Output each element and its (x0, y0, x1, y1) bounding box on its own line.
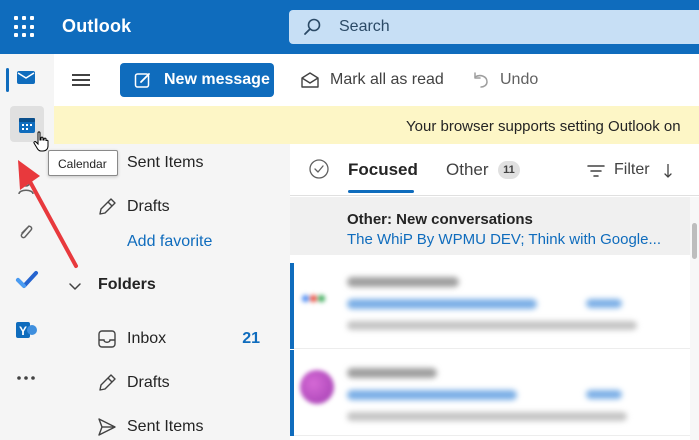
mark-all-read-label: Mark all as read (330, 71, 444, 88)
inbox-icon (98, 330, 116, 348)
undo-icon (474, 72, 488, 88)
folder-label: Drafts (127, 198, 170, 215)
pencil-icon (99, 374, 116, 391)
undo-label: Undo (500, 71, 539, 88)
banner-text: Your browser supports setting Outlook on (406, 118, 681, 135)
message-row[interactable] (290, 263, 690, 349)
yammer-icon: Y (16, 322, 37, 338)
folder-label: Drafts (127, 374, 170, 391)
new-message-button[interactable]: New message (120, 63, 274, 97)
search-box[interactable]: Search (289, 10, 699, 44)
people-icon (18, 177, 34, 195)
app-launcher-icon[interactable] (14, 16, 36, 38)
pencil-icon (99, 198, 116, 215)
blurred-preview (347, 321, 637, 330)
unread-indicator (290, 263, 294, 349)
paperclip-icon (20, 225, 33, 239)
notice-senders[interactable]: The WhiP By WPMU DEV; Think with Google.… (347, 231, 661, 248)
folder-item-inbox[interactable]: Inbox 21 (54, 320, 290, 360)
rail-item-people[interactable] (0, 164, 54, 208)
message-list: Focused Other 11 Filter Other: New conve… (290, 144, 699, 440)
rail-item-mail[interactable] (0, 56, 54, 100)
add-favorite-link[interactable]: Add favorite (127, 233, 212, 251)
sender-avatar (302, 289, 330, 303)
scrollbar-thumb[interactable] (692, 223, 697, 259)
blurred-time (586, 299, 622, 308)
rail-item-yammer[interactable]: Y (0, 308, 54, 352)
tooltip-text: Calendar (58, 157, 107, 171)
notice-title: Other: New conversations (347, 211, 533, 228)
svg-text:Y: Y (19, 324, 27, 338)
select-all-check-icon[interactable] (308, 158, 330, 180)
filter-icon (587, 165, 605, 177)
folder-label: Inbox (127, 330, 167, 347)
blurred-sender (347, 277, 459, 287)
mail-icon (17, 71, 35, 84)
top-bar: Outlook Search (0, 0, 699, 54)
blurred-subject (347, 299, 537, 309)
calendar-tooltip: Calendar (48, 150, 118, 176)
favorite-item-drafts[interactable]: Drafts (54, 188, 290, 228)
folders-header-label: Folders (98, 276, 156, 293)
rail-item-files[interactable] (0, 210, 54, 254)
message-list-pivot: Focused Other 11 Filter (290, 144, 699, 196)
unread-count-badge: 21 (242, 330, 260, 347)
rail-item-more-apps[interactable] (0, 356, 54, 400)
other-new-conversations-notice[interactable]: Other: New conversations The WhiP By WPM… (290, 197, 690, 255)
envelope-open-icon (301, 72, 319, 88)
search-icon (304, 18, 321, 35)
folder-label: Sent Items (127, 154, 204, 171)
message-row[interactable] (290, 350, 690, 436)
sender-avatar (300, 370, 334, 404)
chevron-down-icon (69, 283, 81, 290)
message-list-scrollbar[interactable] (690, 197, 699, 440)
folder-label: Sent Items (127, 418, 204, 435)
sort-down-icon[interactable] (662, 162, 674, 180)
folder-pane: Sent Items Drafts Add favorite Folders I… (54, 144, 290, 440)
send-icon (98, 418, 116, 436)
blurred-time (586, 390, 622, 399)
tab-focused[interactable]: Focused (348, 160, 418, 180)
unread-indicator (290, 350, 294, 436)
filter-label: Filter (614, 161, 650, 178)
rail-item-todo[interactable] (0, 258, 54, 302)
folder-item-drafts[interactable]: Drafts (54, 364, 290, 404)
hamburger-menu-icon[interactable] (72, 74, 90, 86)
browser-notification-banner: Your browser supports setting Outlook on (54, 106, 699, 144)
command-bar: New message Mark all as read Undo (54, 54, 699, 106)
app-title[interactable]: Outlook (62, 16, 131, 37)
blurred-preview (347, 412, 627, 421)
app-rail: Y (0, 54, 54, 440)
compose-icon (134, 73, 150, 88)
selected-tab-underline (348, 190, 414, 193)
other-count-badge: 11 (498, 161, 520, 179)
folder-item-sent-items[interactable]: Sent Items (54, 408, 290, 440)
search-input[interactable]: Search (339, 18, 390, 36)
hand-cursor-icon (33, 131, 49, 152)
selected-indicator (6, 68, 9, 92)
blurred-sender (347, 368, 437, 378)
folders-section-header[interactable]: Folders (54, 272, 290, 302)
blurred-subject (347, 390, 517, 400)
tab-other[interactable]: Other (446, 160, 489, 180)
more-icon (17, 376, 35, 380)
todo-check-icon (16, 271, 38, 288)
new-message-label: New message (164, 71, 270, 88)
